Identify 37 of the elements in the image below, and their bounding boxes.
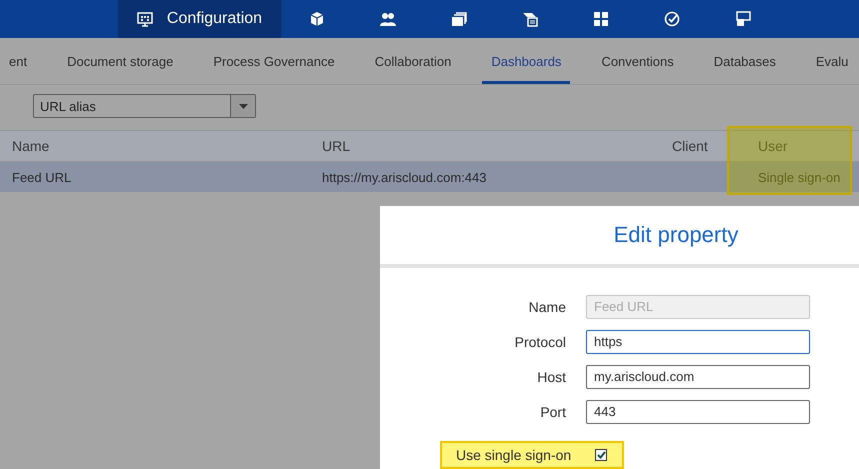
input-field[interactable]: 443 [586, 400, 810, 424]
input-field[interactable]: my.ariscloud.com [586, 364, 810, 389]
check-circle-icon [664, 11, 680, 27]
presenter-icon [522, 11, 538, 27]
tab[interactable]: ent [0, 38, 36, 84]
tab[interactable]: Conventions [592, 38, 683, 84]
monitor-icon [136, 11, 153, 27]
stack-icon [450, 11, 466, 27]
tab[interactable]: Process Governance [204, 38, 344, 84]
tab[interactable]: Databases [704, 38, 785, 84]
people-icon [380, 11, 396, 27]
box-icon [308, 11, 324, 27]
field-label: Name [528, 298, 566, 315]
field-label: Host [536, 368, 566, 385]
column-header: User [757, 138, 789, 154]
checkbox[interactable] [595, 448, 608, 461]
column-header: URL [321, 138, 352, 154]
checkbox-label: Use single sign-on [456, 446, 572, 463]
tab[interactable]: Collaboration [366, 38, 460, 84]
column-header: Name [11, 138, 50, 154]
squares-icon [734, 11, 750, 27]
tab[interactable]: Document storage [58, 38, 182, 84]
caret-icon [238, 104, 248, 108]
tab[interactable]: Evalu [806, 38, 858, 84]
input-field[interactable]: https [586, 330, 810, 354]
url-type-dropdown[interactable]: URL alias [33, 94, 256, 118]
configuration-tab[interactable]: Configuration [118, 0, 281, 38]
table-cell-text: Single sign-on [757, 170, 842, 184]
table-row[interactable]: Feed URL https://my.ariscloud.com:443 Single sign-on [0, 162, 859, 192]
tab[interactable]: Dashboards [482, 38, 570, 84]
field-label: Protocol [514, 334, 566, 350]
table-cell-text: https://my.ariscloud.com:443 [321, 170, 488, 184]
grid-icon [592, 11, 608, 27]
column-header: Client [671, 138, 709, 154]
table-cell-text: Feed URL [11, 170, 72, 184]
field-label: Port [539, 404, 566, 420]
dialog-title: Edit property [380, 206, 859, 268]
